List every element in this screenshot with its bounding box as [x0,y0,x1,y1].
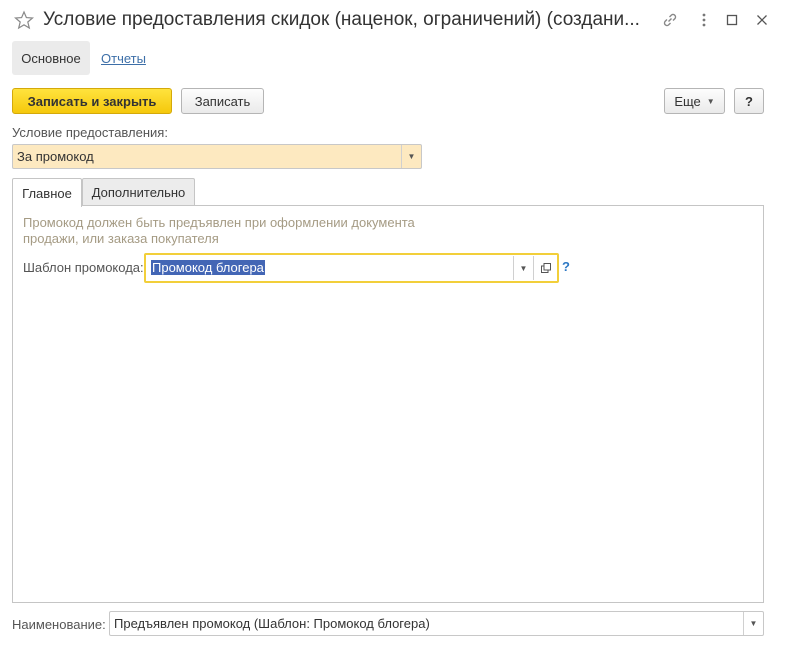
name-label: Наименование: [12,617,106,632]
name-input[interactable]: Предъявлен промокод (Шаблон: Промокод бл… [109,611,764,636]
promo-template-input[interactable]: Промокод блогера ▼ [144,253,559,283]
link-icon[interactable] [660,10,680,30]
chevron-down-icon: ▼ [706,96,715,106]
condition-value: За промокод [17,149,94,164]
close-icon[interactable] [752,10,772,30]
nav-reports-link[interactable]: Отчеты [101,51,146,66]
condition-select[interactable]: За промокод ▼ [12,144,422,169]
name-value: Предъявлен промокод (Шаблон: Промокод бл… [114,616,430,631]
promo-help-icon[interactable]: ? [562,259,570,274]
help-button[interactable]: ? [734,88,764,114]
nav-main[interactable]: Основное [12,41,90,75]
promo-template-label: Шаблон промокода: [23,260,144,275]
more-button-label: Еще [674,93,701,109]
more-vertical-icon[interactable] [694,10,714,30]
chevron-down-icon[interactable]: ▼ [513,256,533,280]
window-title: Условие предоставления скидок (наценок, … [43,9,640,30]
chevron-down-icon[interactable]: ▼ [401,145,421,168]
hint-line-1: Промокод должен быть предъявлен при офор… [23,215,415,230]
condition-label: Условие предоставления: [12,125,168,140]
more-button[interactable]: Еще ▼ [664,88,725,114]
favorite-star-icon[interactable] [13,10,35,32]
promo-hint: Промокод должен быть предъявлен при офор… [23,215,443,247]
save-and-close-button[interactable]: Записать и закрыть [12,88,172,114]
promo-template-value: Промокод блогера [151,260,265,275]
maximize-icon[interactable] [722,10,742,30]
hint-line-2: продажи, или заказа покупателя [23,231,219,246]
save-button[interactable]: Записать [181,88,264,114]
tab-main[interactable]: Главное [12,178,82,207]
chevron-down-icon[interactable]: ▼ [743,612,763,635]
tab-additional[interactable]: Дополнительно [82,178,195,206]
open-item-icon[interactable] [533,256,557,280]
